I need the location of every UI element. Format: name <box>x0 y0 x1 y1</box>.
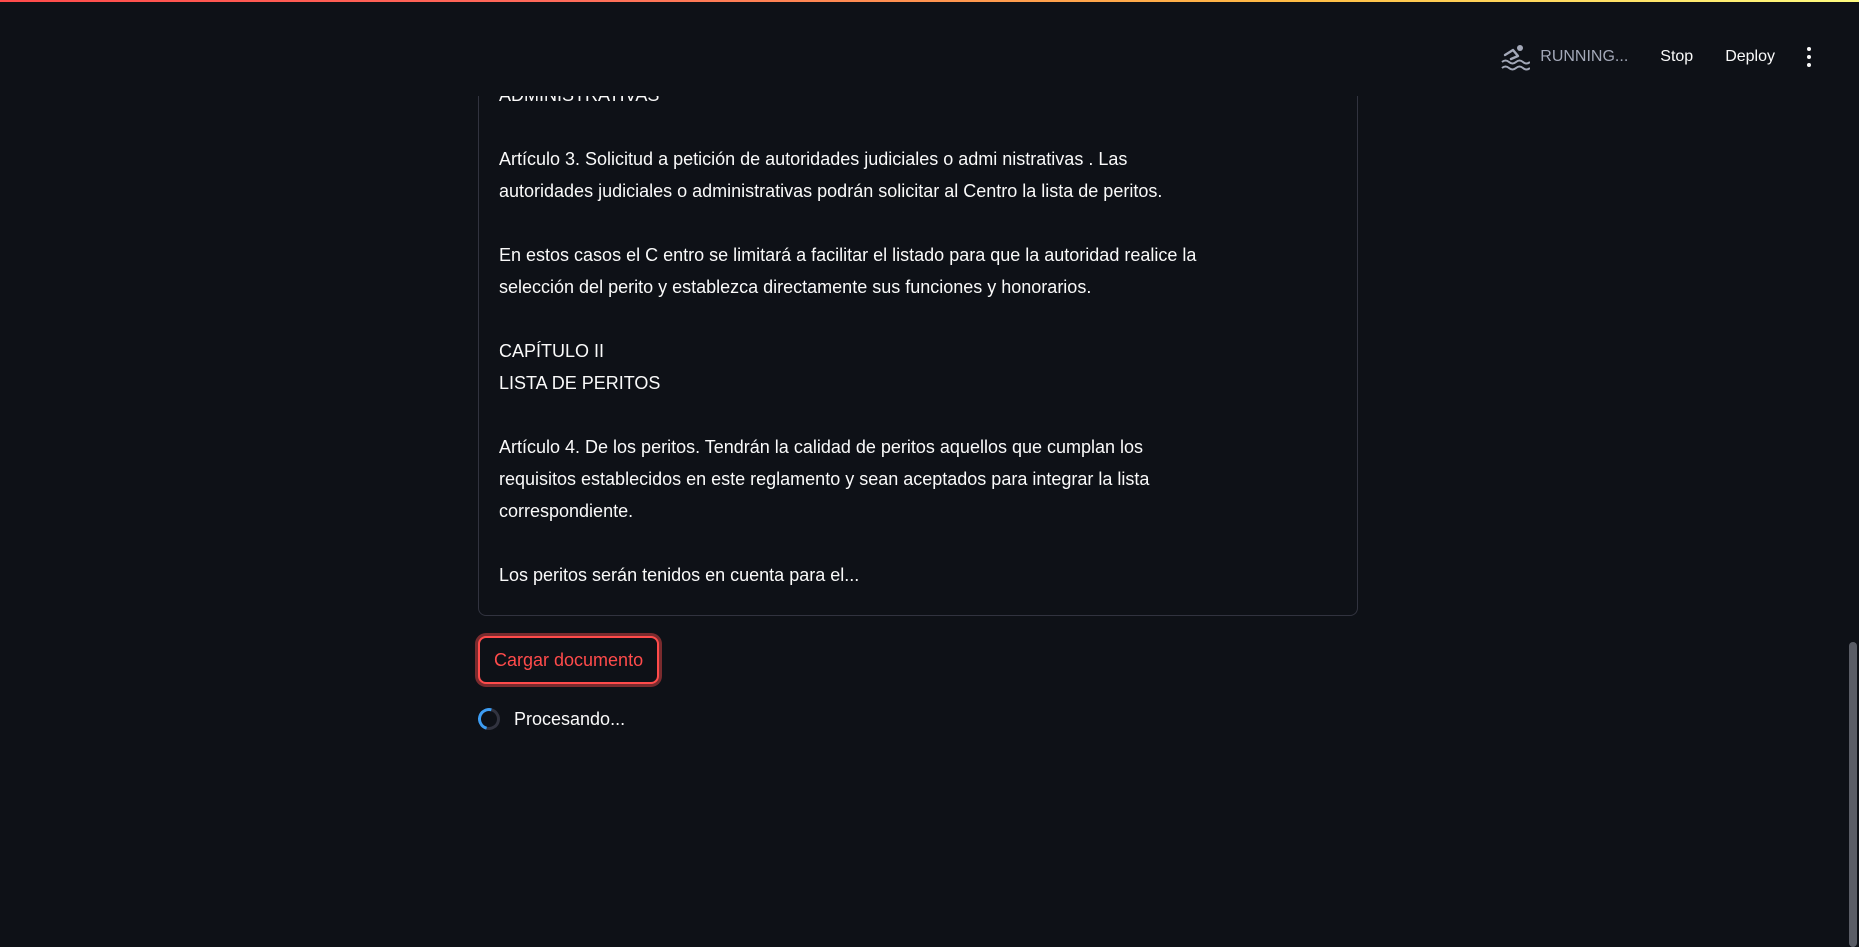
processing-status: Procesando... <box>473 703 626 735</box>
swimmer-icon <box>1501 45 1531 71</box>
running-status: RUNNING... <box>1500 43 1628 71</box>
deploy-button[interactable]: Deploy <box>1709 42 1791 72</box>
decoration-bar <box>0 0 1859 8</box>
processing-label: Procesando... <box>514 708 626 729</box>
document-text: ADMINISTRATIVAS Artículo 3. Solicitud a … <box>499 79 1337 591</box>
scrollbar-thumb[interactable] <box>1849 642 1857 947</box>
running-label: RUNNING... <box>1540 48 1629 65</box>
load-document-button[interactable]: Cargar documento <box>478 636 660 684</box>
app-header: RUNNING... Stop Deploy <box>0 8 1859 96</box>
document-paragraph: En estos casos el C entro se limitará a … <box>499 245 1197 297</box>
document-paragraph: Artículo 3. Solicitud a petición de auto… <box>499 149 1163 201</box>
vertical-dots-icon[interactable] <box>1799 44 1819 70</box>
document-paragraph: Artículo 4. De los peritos. Tendrán la c… <box>499 437 1150 521</box>
document-paragraph: Los peritos serán tenidos en cuenta para… <box>499 565 860 585</box>
spinner-icon <box>473 703 505 735</box>
document-paragraph: CAPÍTULO II LISTA DE PERITOS <box>499 341 661 393</box>
toolbar: RUNNING... Stop Deploy <box>1500 42 1819 72</box>
stop-button[interactable]: Stop <box>1644 42 1709 72</box>
scrollbar[interactable] <box>1847 96 1859 947</box>
document-preview: ADMINISTRATIVAS Artículo 3. Solicitud a … <box>478 40 1358 616</box>
